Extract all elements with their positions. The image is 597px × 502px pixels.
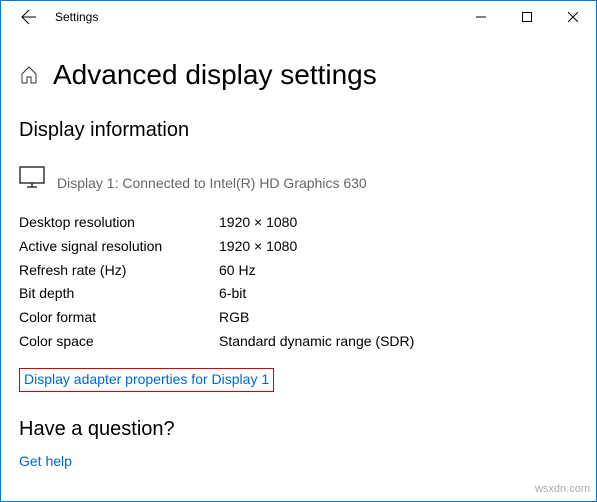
table-row: Refresh rate (Hz) 60 Hz — [19, 259, 578, 283]
home-icon[interactable] — [19, 65, 39, 85]
info-label: Desktop resolution — [19, 211, 219, 235]
table-row: Active signal resolution 1920 × 1080 — [19, 235, 578, 259]
monitor-icon — [19, 166, 45, 193]
info-value: RGB — [219, 306, 249, 330]
close-button[interactable] — [550, 1, 596, 33]
maximize-button[interactable] — [504, 1, 550, 33]
page-title: Advanced display settings — [53, 59, 377, 91]
info-value: 1920 × 1080 — [219, 235, 297, 259]
info-label: Color space — [19, 330, 219, 354]
display-info-table: Desktop resolution 1920 × 1080 Active si… — [19, 211, 578, 354]
maximize-icon — [522, 12, 532, 22]
question-heading: Have a question? — [19, 418, 578, 441]
info-value: 60 Hz — [219, 259, 256, 283]
info-label: Bit depth — [19, 282, 219, 306]
info-value: 6-bit — [219, 282, 246, 306]
info-label: Refresh rate (Hz) — [19, 259, 219, 283]
titlebar: Settings — [1, 1, 596, 33]
get-help-link[interactable]: Get help — [19, 453, 72, 469]
window-controls — [458, 1, 596, 33]
content-area: Advanced display settings Display inform… — [1, 33, 596, 471]
table-row: Desktop resolution 1920 × 1080 — [19, 211, 578, 235]
info-value: 1920 × 1080 — [219, 211, 297, 235]
info-label: Color format — [19, 306, 219, 330]
table-row: Color space Standard dynamic range (SDR) — [19, 330, 578, 354]
display-connection-text: Display 1: Connected to Intel(R) HD Grap… — [57, 175, 367, 193]
back-arrow-icon — [21, 9, 37, 25]
adapter-link-highlight: Display adapter properties for Display 1 — [19, 368, 274, 392]
display-info-heading: Display information — [19, 119, 578, 142]
table-row: Bit depth 6-bit — [19, 282, 578, 306]
watermark: wsxdn.com — [535, 483, 590, 495]
minimize-icon — [476, 12, 486, 22]
minimize-button[interactable] — [458, 1, 504, 33]
window-title: Settings — [55, 10, 98, 24]
close-icon — [568, 12, 578, 22]
info-label: Active signal resolution — [19, 235, 219, 259]
back-button[interactable] — [9, 1, 49, 33]
info-value: Standard dynamic range (SDR) — [219, 330, 414, 354]
display-adapter-link[interactable]: Display adapter properties for Display 1 — [24, 371, 269, 387]
page-header: Advanced display settings — [19, 59, 578, 91]
table-row: Color format RGB — [19, 306, 578, 330]
display-connection-row: Display 1: Connected to Intel(R) HD Grap… — [19, 166, 578, 193]
